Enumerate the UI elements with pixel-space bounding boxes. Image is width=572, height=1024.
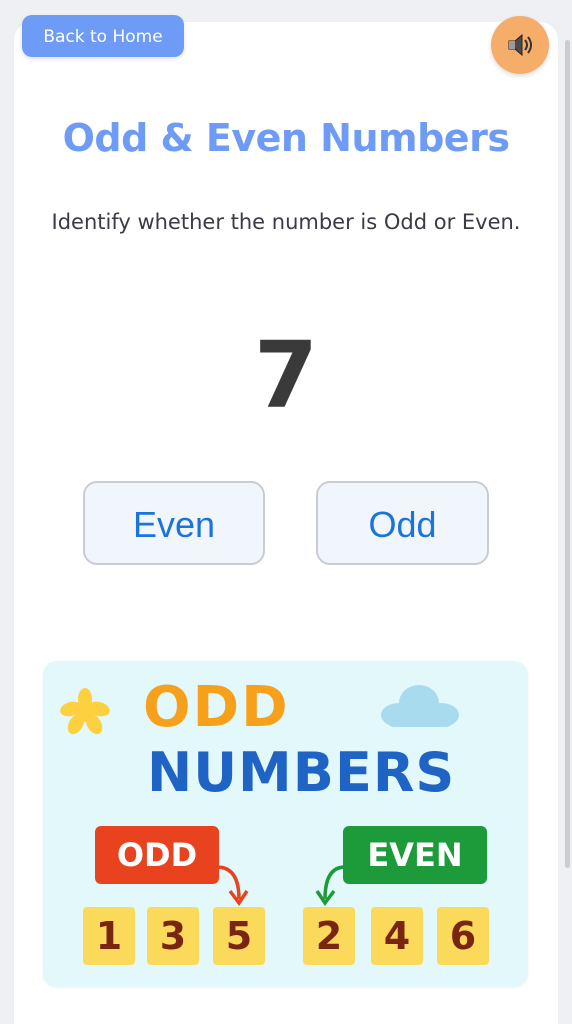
question-number: 7 (253, 322, 318, 429)
illustration-heading-odd: ODD (143, 675, 290, 740)
even-answer-button[interactable]: Even (83, 481, 265, 565)
speaker-icon (508, 33, 532, 57)
odd-answer-button[interactable]: Odd (316, 481, 489, 565)
illustration-heading-numbers: NUMBERS (147, 741, 456, 804)
odd-number-box: 5 (213, 907, 265, 965)
even-number-box: 4 (371, 907, 423, 965)
odd-numbers-illustration: ODD NUMBERS ODD EVEN 1 3 5 2 4 6 (43, 661, 528, 987)
star-icon (60, 688, 110, 735)
even-tag: EVEN (343, 826, 487, 884)
cloud-icon (381, 685, 459, 727)
even-arrow-icon (315, 865, 346, 907)
quiz-page: Back to Home Odd & Even Numbers Identify… (0, 0, 572, 1024)
odd-tag: ODD (95, 826, 219, 884)
back-to-home-button[interactable]: Back to Home (22, 15, 184, 57)
odd-arrow-icon (216, 865, 249, 907)
even-number-box: 2 (303, 907, 355, 965)
sound-toggle-button[interactable] (491, 16, 549, 74)
even-number-box: 6 (437, 907, 489, 965)
page-title: Odd & Even Numbers (62, 116, 510, 160)
odd-number-box: 3 (147, 907, 199, 965)
page-scrollbar[interactable] (565, 40, 570, 868)
odd-number-box: 1 (83, 907, 135, 965)
instruction-text: Identify whether the number is Odd or Ev… (51, 210, 521, 234)
